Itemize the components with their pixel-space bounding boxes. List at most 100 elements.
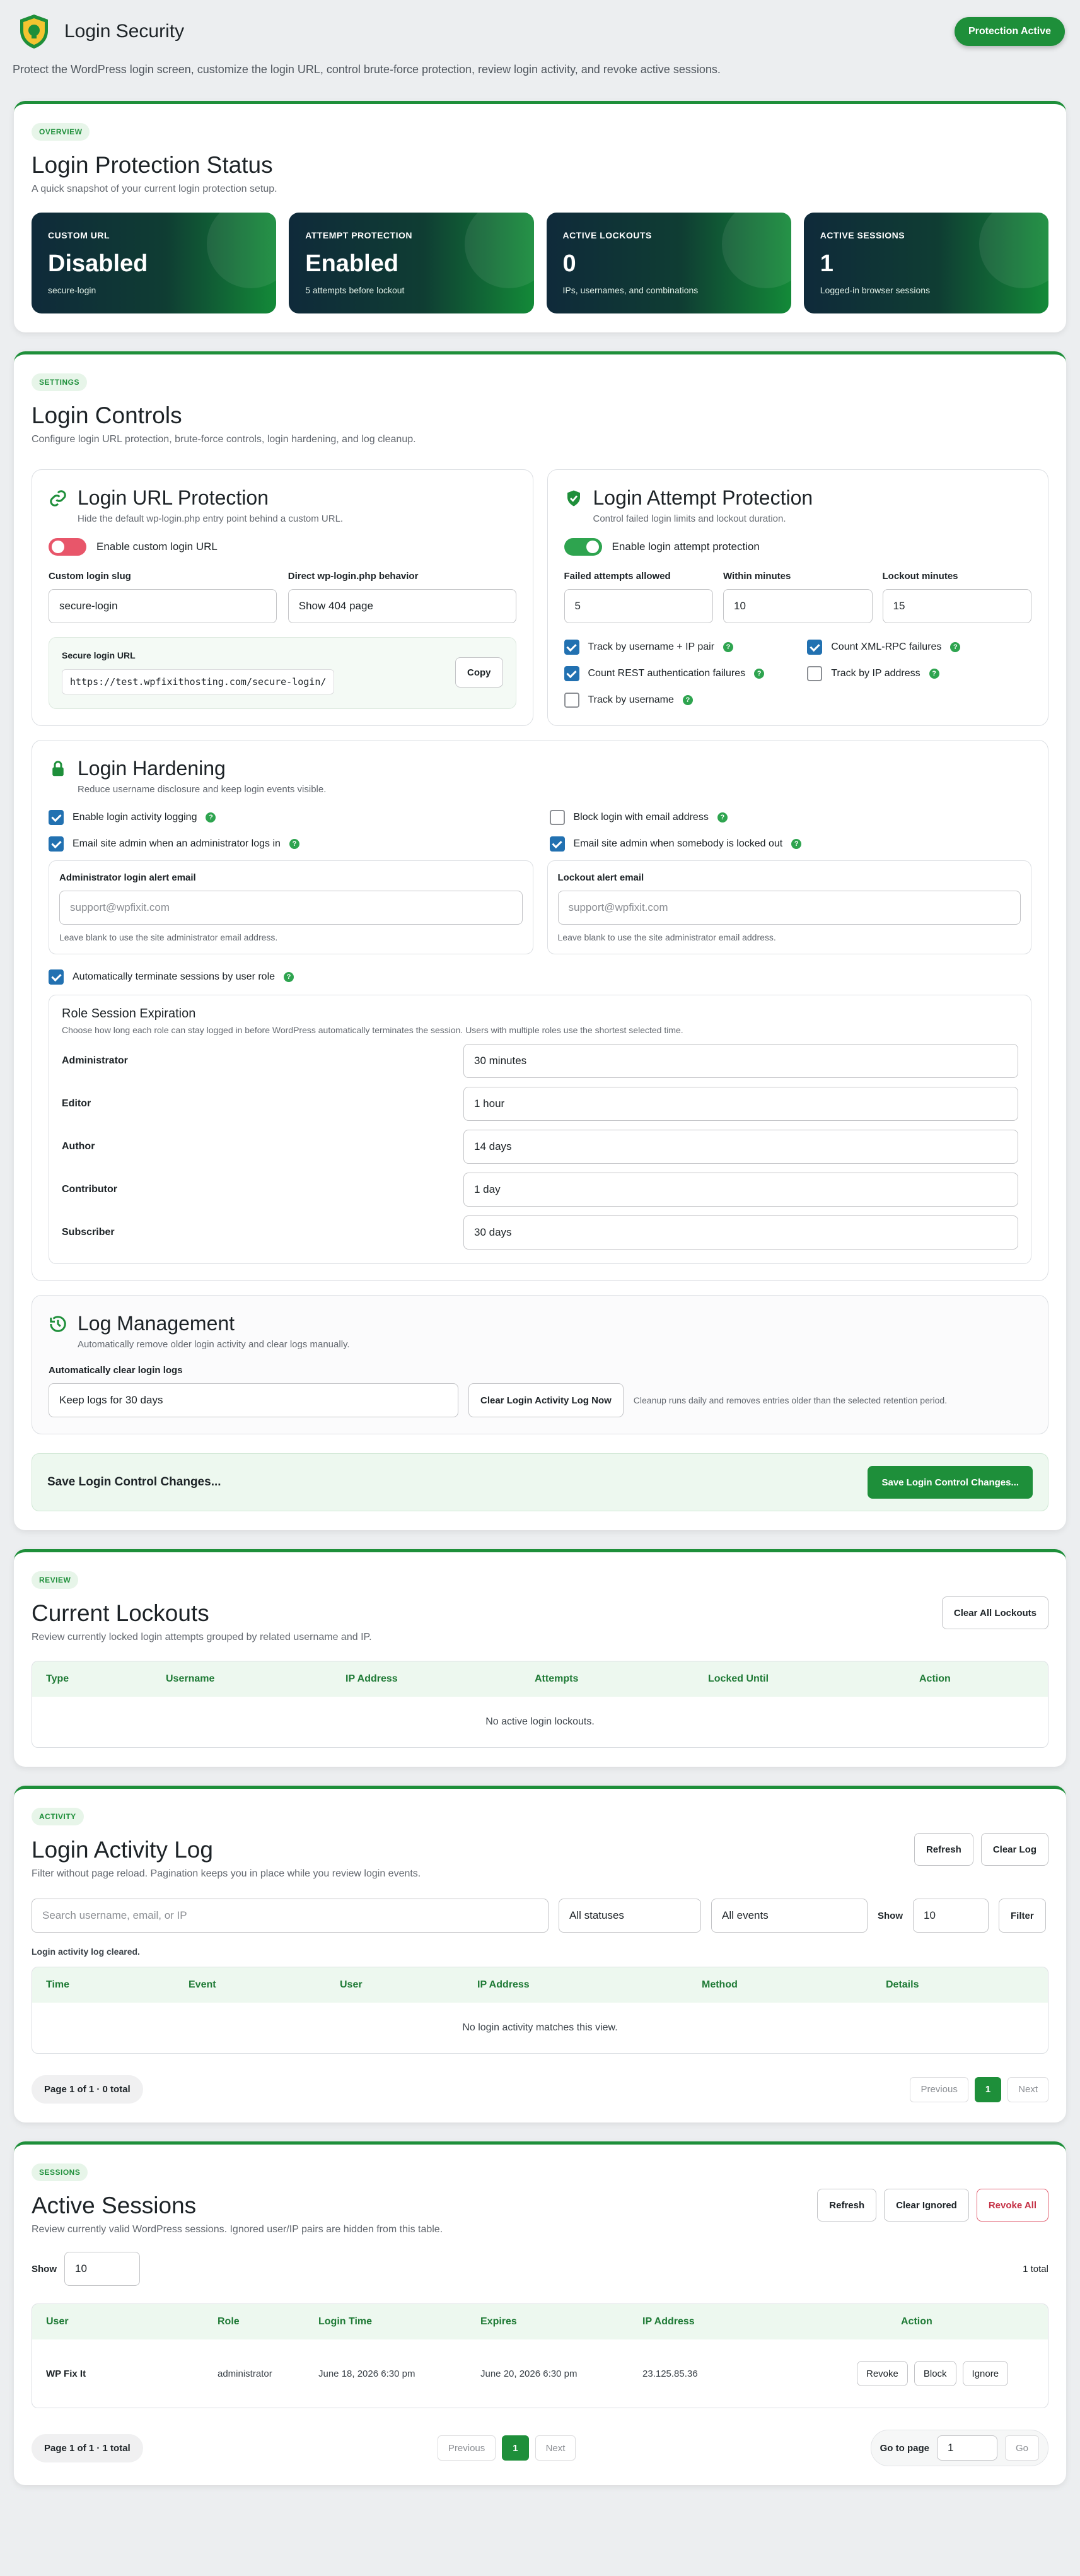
- login-slug-input[interactable]: secure-login: [49, 589, 277, 623]
- checkbox-lockout-email[interactable]: Email site admin when somebody is locked…: [549, 836, 1032, 852]
- attempt-protection-toggle[interactable]: [564, 538, 602, 556]
- checkbox-label: Count XML-RPC failures: [831, 641, 942, 652]
- checkbox-xmlrpc[interactable]: Count XML-RPC failures?: [807, 640, 1031, 655]
- checkbox-ip[interactable]: Track by IP address?: [807, 666, 1031, 681]
- refresh-button[interactable]: Refresh: [817, 2189, 877, 2222]
- revoke-button[interactable]: Revoke: [857, 2361, 908, 2386]
- per-page-input[interactable]: 10: [64, 2252, 140, 2286]
- empty-message: No login activity matches this view.: [462, 2022, 618, 2033]
- custom-url-toggle[interactable]: [49, 538, 86, 556]
- column-header: Event: [189, 1979, 216, 1990]
- login-url-panel: Login URL Protection Hide the default wp…: [32, 469, 533, 726]
- goto-page-input[interactable]: 1: [936, 2435, 997, 2461]
- event-select[interactable]: All events: [711, 1899, 868, 1933]
- top-bar: Login Security Protection Active: [0, 0, 1080, 63]
- go-button[interactable]: Go: [1004, 2435, 1039, 2461]
- column-header: IP Address: [345, 1673, 398, 1684]
- clear-log-button[interactable]: Clear Log: [980, 1833, 1048, 1866]
- empty-message: No active login lockouts.: [485, 1716, 595, 1727]
- clear-ignored-button[interactable]: Clear Ignored: [884, 2189, 969, 2222]
- shield-logo-icon: [20, 15, 48, 49]
- role-expiration-select[interactable]: 1 hour: [463, 1087, 1018, 1121]
- column-header: Action: [901, 2316, 932, 2327]
- help-icon[interactable]: ?: [717, 812, 728, 823]
- per-page-input[interactable]: 10: [913, 1899, 989, 1933]
- checkbox-username[interactable]: Track by username?: [564, 693, 789, 708]
- field-label: Within minutes: [723, 571, 791, 582]
- role-expiration-select[interactable]: 1 day: [463, 1173, 1018, 1207]
- lockout-minutes-input[interactable]: 15: [882, 589, 1031, 623]
- role-expiration-select[interactable]: 30 days: [463, 1215, 1018, 1250]
- session-role: administrator: [218, 2368, 272, 2379]
- help-icon[interactable]: ?: [723, 642, 734, 652]
- clear-activity-log-button[interactable]: Clear Login Activity Log Now: [468, 1383, 624, 1417]
- help-icon[interactable]: ?: [754, 669, 765, 679]
- ignore-button[interactable]: Ignore: [962, 2361, 1009, 2386]
- page-button[interactable]: 1: [974, 2076, 1002, 2102]
- copy-button[interactable]: Copy: [455, 657, 503, 688]
- checkbox-label: Block login with email address: [573, 812, 709, 823]
- lockout-email-box: Lockout alert email support@wpfixit.com Le…: [547, 860, 1031, 954]
- role-row: Editor 1 hour: [62, 1087, 1018, 1121]
- help-icon[interactable]: ?: [289, 839, 299, 849]
- help-icon[interactable]: ?: [950, 642, 961, 652]
- help-icon[interactable]: ?: [791, 839, 802, 849]
- help-icon[interactable]: ?: [206, 812, 216, 823]
- sessions-card: SESSIONS Active Sessions Review currently …: [14, 2141, 1066, 2485]
- checkbox-rest[interactable]: Count REST authentication failures?: [564, 666, 789, 681]
- help-icon[interactable]: ?: [929, 669, 939, 679]
- save-button[interactable]: Save Login Control Changes...: [868, 1466, 1033, 1499]
- role-expiration-select[interactable]: 14 days: [463, 1130, 1018, 1164]
- save-bar: Save Login Control Changes... Save Login…: [32, 1453, 1048, 1511]
- page-button[interactable]: 1: [502, 2435, 529, 2461]
- sessions-subtitle: Review currently valid WordPress session…: [32, 2224, 443, 2235]
- clear-all-lockouts-button[interactable]: Clear All Lockouts: [941, 1596, 1048, 1629]
- log-retention-select[interactable]: Keep logs for 30 days: [49, 1383, 458, 1417]
- search-input[interactable]: Search username, email, or IP: [32, 1899, 549, 1933]
- session-ip: 23.125.85.36: [642, 2368, 698, 2379]
- status-select[interactable]: All statuses: [559, 1899, 701, 1933]
- role-title: Role Session Expiration: [62, 1007, 196, 1021]
- role-expiration-select[interactable]: 30 minutes: [463, 1044, 1018, 1078]
- column-header: Username: [166, 1673, 215, 1684]
- activity-subtitle: Filter without page reload. Pagination k…: [32, 1868, 421, 1879]
- checkbox-terminate-sessions[interactable]: Automatically terminate sessions by user…: [49, 969, 1031, 985]
- next-button[interactable]: Next: [1007, 2076, 1048, 2102]
- checkbox-label: Email site admin when somebody is locked…: [573, 838, 783, 849]
- filter-button[interactable]: Filter: [999, 1899, 1046, 1933]
- help-icon[interactable]: ?: [682, 695, 693, 705]
- table-row: WP Fix It administrator June 18, 2026 6:…: [32, 2339, 1048, 2408]
- lockouts-card: REVIEW Current Lockouts Review currently l…: [14, 1549, 1066, 1767]
- settings-subtitle: Configure login URL protection, brute-fo…: [32, 434, 416, 445]
- sessions-title: Active Sessions: [32, 2193, 197, 2218]
- column-header: Method: [702, 1979, 738, 1990]
- next-button[interactable]: Next: [535, 2435, 576, 2461]
- within-minutes-input[interactable]: 10: [723, 589, 873, 623]
- admin-email-input[interactable]: support@wpfixit.com: [59, 891, 523, 925]
- session-user: WP Fix It: [46, 2368, 86, 2379]
- secure-url-box: Secure login URL https://test.wpfixithost…: [49, 637, 516, 709]
- lockout-email-input[interactable]: support@wpfixit.com: [557, 891, 1021, 925]
- field-label: Automatically clear login logs: [49, 1365, 183, 1376]
- failed-attempts-input[interactable]: 5: [564, 589, 713, 623]
- refresh-button[interactable]: Refresh: [914, 1833, 973, 1866]
- behavior-select[interactable]: Show 404 page: [287, 589, 516, 623]
- page-info: Page 1 of 1 · 1 total: [32, 2433, 143, 2462]
- settings-card: SETTINGS Login Controls Configure login …: [14, 351, 1066, 1530]
- checkbox-block-email-login[interactable]: Block login with email address?: [549, 810, 1032, 825]
- stat-value: 0: [562, 250, 576, 277]
- previous-button[interactable]: Previous: [910, 2076, 968, 2102]
- page-info: Page 1 of 1 · 0 total: [32, 2075, 143, 2104]
- checkbox-activity-logging[interactable]: Enable login activity logging?: [49, 810, 531, 825]
- save-bar-text: Save Login Control Changes...: [47, 1475, 221, 1489]
- help-icon[interactable]: ?: [284, 972, 294, 982]
- lockouts-table: Type Username IP Address Attempts Locked…: [32, 1661, 1048, 1748]
- revoke-all-button[interactable]: Revoke All: [976, 2189, 1048, 2222]
- role-name: Author: [62, 1141, 95, 1152]
- previous-button[interactable]: Previous: [437, 2435, 496, 2461]
- session-login-time: June 18, 2026 6:30 pm: [318, 2368, 415, 2379]
- field-label: Administrator login alert email: [59, 872, 196, 883]
- checkbox-admin-login-email[interactable]: Email site admin when an administrator l…: [49, 836, 531, 852]
- checkbox-username-ip[interactable]: Track by username + IP pair?: [564, 640, 789, 655]
- block-button[interactable]: Block: [914, 2361, 956, 2386]
